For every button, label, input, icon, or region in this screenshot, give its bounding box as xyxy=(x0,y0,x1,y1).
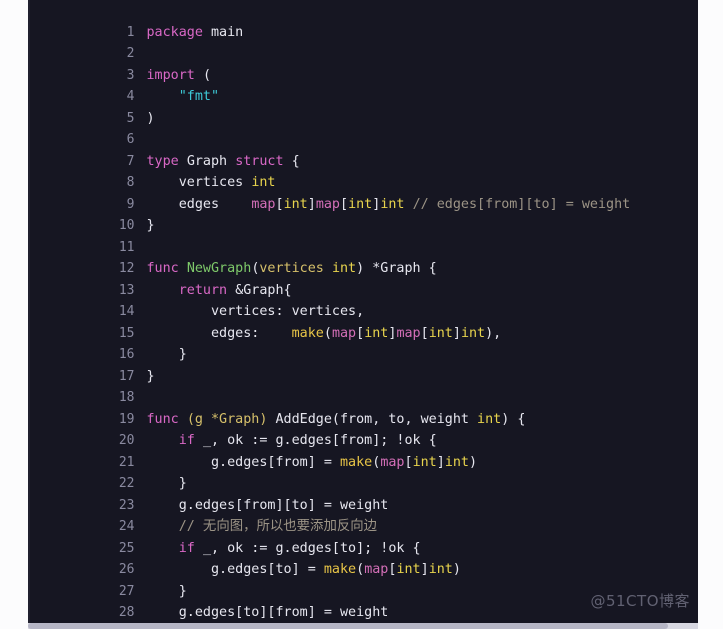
line-number: 1 xyxy=(126,24,135,40)
code-line[interactable]: 1 package main xyxy=(28,0,698,40)
code-editor[interactable]: 1 package main 2 3 import ( 4 "fmt" 5) 6 7… xyxy=(28,0,698,623)
line-number: 3 xyxy=(126,67,135,83)
code-content[interactable]: // 无向图，所以也要添加反向边 xyxy=(147,519,378,534)
line-number: 26 xyxy=(118,562,135,577)
line-number: 2 xyxy=(126,46,135,61)
code-content[interactable]: type Graph struct { xyxy=(147,154,300,169)
watermark: @51CTO博客 xyxy=(590,592,690,610)
horizontal-scrollbar-thumb[interactable] xyxy=(28,623,668,629)
line-number: 4 xyxy=(126,89,135,104)
code-content[interactable]: return &Graph{ xyxy=(147,283,292,298)
code-content[interactable]: import ( xyxy=(147,68,212,83)
code-content[interactable]: vertices: vertices, xyxy=(147,304,364,319)
line-number: 7 xyxy=(126,153,135,169)
code-content[interactable]: ) xyxy=(147,111,155,126)
line-number: 14 xyxy=(118,304,135,319)
line-number: 15 xyxy=(118,325,135,341)
line-number: 8 xyxy=(126,175,135,190)
line-number: 22 xyxy=(118,476,135,491)
line-number: 17 xyxy=(118,368,135,384)
code-content[interactable]: func (g *Graph) AddEdge(from, to, weight… xyxy=(147,412,526,427)
code-content[interactable]: } xyxy=(147,584,187,599)
line-number: 11 xyxy=(118,239,135,255)
code-content[interactable]: } xyxy=(147,218,155,233)
screenshot-root: 1 package main 2 3 import ( 4 "fmt" 5) 6 7… xyxy=(0,0,723,629)
code-content[interactable]: "fmt" xyxy=(147,89,219,104)
line-number: 10 xyxy=(118,218,135,233)
code-content[interactable]: } xyxy=(147,369,155,384)
line-number: 23 xyxy=(118,497,135,513)
code-content[interactable]: } xyxy=(147,347,187,362)
horizontal-scrollbar-track[interactable] xyxy=(28,623,698,629)
line-number: 13 xyxy=(118,282,135,298)
code-content[interactable]: vertices int xyxy=(147,175,276,190)
line-number: 20 xyxy=(118,433,135,448)
code-content[interactable]: edges map[int]map[int]int // edges[from]… xyxy=(147,197,630,212)
code-content[interactable]: g.edges[from] = make(map[int]int) xyxy=(147,455,477,470)
line-number: 28 xyxy=(118,605,135,620)
line-number: 18 xyxy=(118,390,135,405)
line-number: 21 xyxy=(118,454,135,470)
code-content[interactable]: g.edges[to][from] = weight xyxy=(147,605,389,620)
chinese-comment: // 无向图，所以也要添加反向边 xyxy=(178,519,378,534)
line-number: 24 xyxy=(118,519,135,534)
line-number: 25 xyxy=(118,540,135,556)
line-number: 5 xyxy=(126,110,135,126)
code-content[interactable]: package main xyxy=(147,25,244,40)
code-content[interactable]: g.edges[to] = make(map[int]int) xyxy=(147,562,461,577)
line-number: 9 xyxy=(126,196,135,212)
code-content[interactable]: g.edges[from][to] = weight xyxy=(147,498,389,513)
line-number: 6 xyxy=(126,132,135,147)
line-number: 27 xyxy=(118,583,135,599)
code-content[interactable]: edges: make(map[int]map[int]int), xyxy=(147,326,501,341)
code-lines-container[interactable]: 1 package main 2 3 import ( 4 "fmt" 5) 6 7… xyxy=(28,0,698,623)
line-number: 12 xyxy=(118,261,135,276)
line-number: 19 xyxy=(118,411,135,427)
code-content[interactable]: if _, ok := g.edges[from]; !ok { xyxy=(147,433,437,448)
line-number: 16 xyxy=(118,347,135,362)
code-content[interactable]: func NewGraph(vertices int) *Graph { xyxy=(147,261,437,276)
code-content[interactable]: if _, ok := g.edges[to]; !ok { xyxy=(147,541,421,556)
code-content[interactable]: } xyxy=(147,476,187,491)
